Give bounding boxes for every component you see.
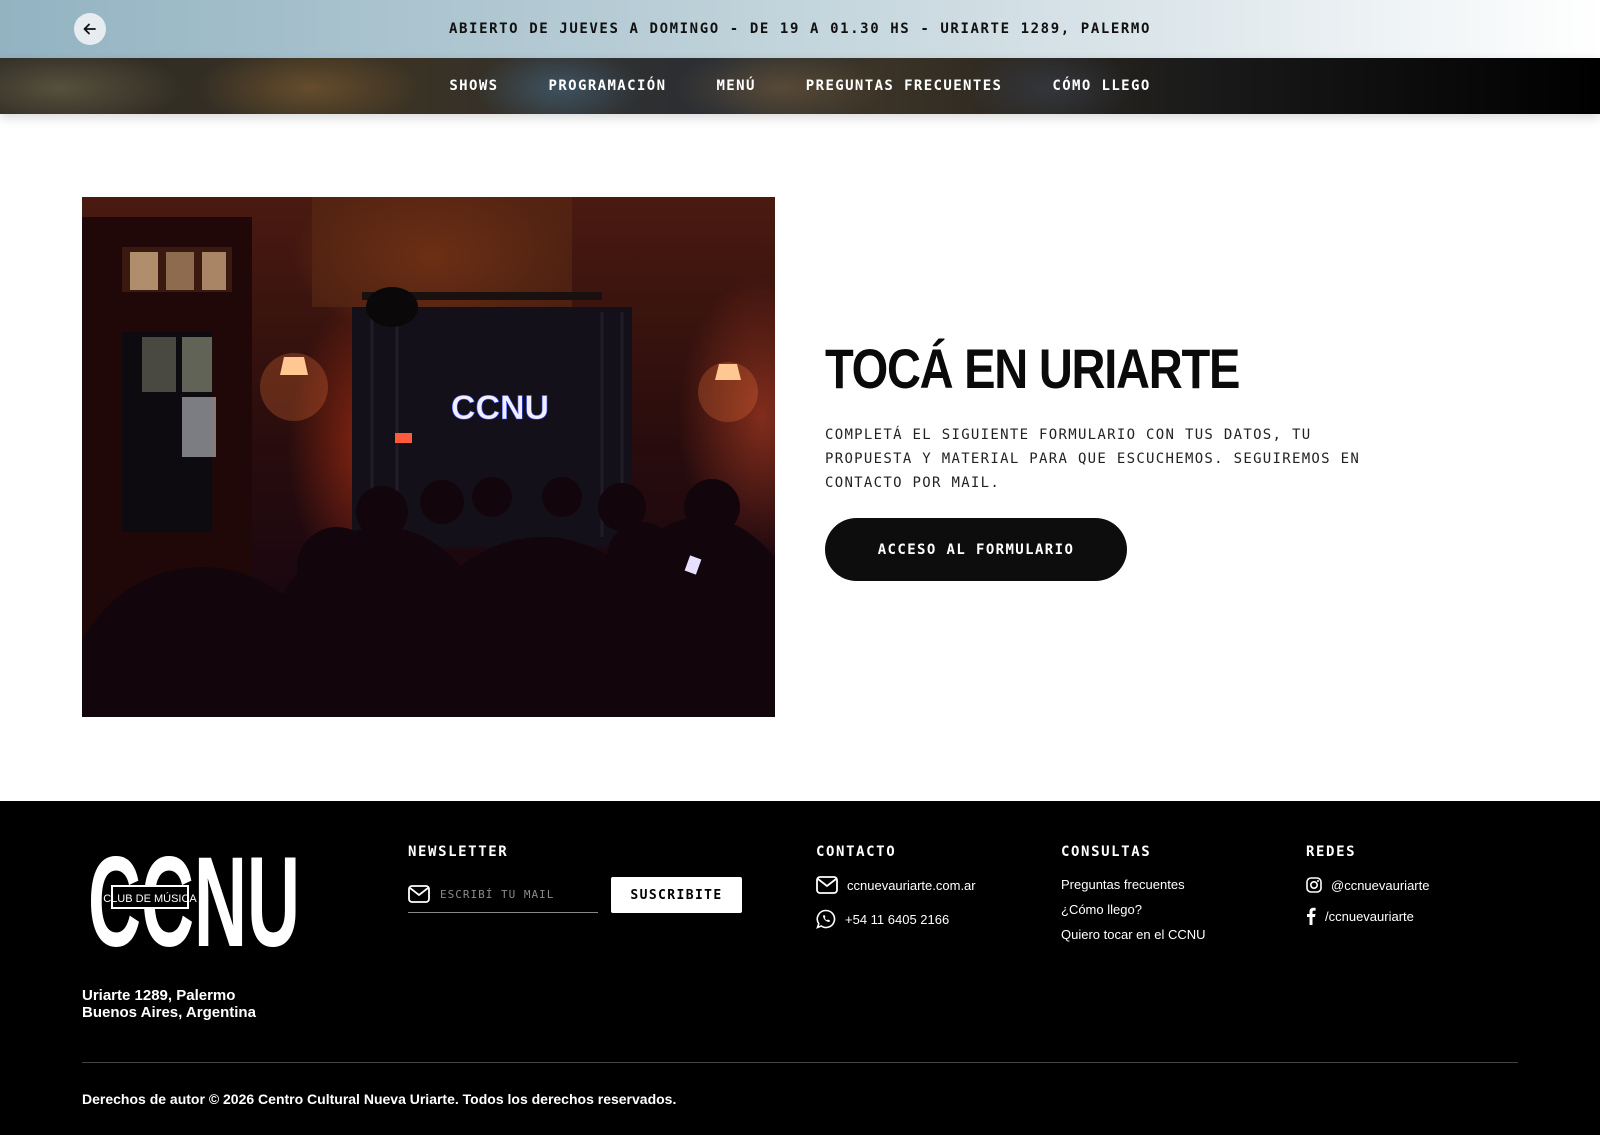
newsletter-title: NEWSLETTER [408, 844, 509, 860]
facebook-handle: /ccnuevauriarte [1325, 908, 1414, 924]
contact-phone-link[interactable]: +54 11 6405 2166 [816, 909, 949, 929]
address: Uriarte 1289, Palermo Buenos Aires, Arge… [82, 987, 256, 1021]
nav-item-menu[interactable]: MENÚ [716, 78, 755, 94]
page-title: TOCÁ EN URIARTE [825, 337, 1240, 400]
arrow-left-icon [83, 23, 96, 35]
logo-badge: CLUB DE MÚSICA [103, 892, 197, 905]
mail-icon [408, 885, 430, 903]
newsletter-email-input[interactable] [440, 887, 590, 901]
address-line-2: Buenos Aires, Argentina [82, 1004, 256, 1021]
nav-item-shows[interactable]: SHOWS [449, 78, 498, 94]
nav-item-como-llego[interactable]: CÓMO LLEGO [1052, 78, 1150, 94]
contact-email: ccnuevauriarte.com.ar [847, 877, 976, 893]
footer-divider [82, 1062, 1518, 1063]
venue-photo: CCNU [82, 197, 775, 717]
facebook-link[interactable]: /ccnuevauriarte [1306, 907, 1414, 925]
facebook-icon [1307, 907, 1316, 925]
consultas-title: CONSULTAS [1061, 844, 1152, 860]
announcement-text: ABIERTO DE JUEVES A DOMINGO - DE 19 A 01… [448, 21, 1151, 37]
link-quiero-tocar[interactable]: Quiero tocar en el CCNU [1061, 927, 1206, 942]
ccnu-logo[interactable]: CCNU CLUB DE MÚSICA [88, 831, 300, 974]
contacto-title: CONTACTO [816, 844, 897, 860]
ccnu-sign: CCNU [451, 389, 549, 427]
redes-title: REDES [1306, 844, 1357, 860]
instagram-icon [1306, 877, 1322, 893]
subscribe-button[interactable]: SUSCRIBITE [611, 877, 742, 913]
nav-item-programacion[interactable]: PROGRAMACIÓN [549, 78, 667, 94]
footer: CCNU CLUB DE MÚSICA Uriarte 1289, Palerm… [0, 801, 1600, 1135]
main-nav: SHOWS PROGRAMACIÓN MENÚ PREGUNTAS FRECUE… [0, 58, 1600, 114]
newsletter-field [408, 876, 598, 913]
contact-email-link[interactable]: ccnuevauriarte.com.ar [816, 876, 976, 894]
nav-item-preguntas-frecuentes[interactable]: PREGUNTAS FRECUENTES [806, 78, 1003, 94]
copyright: Derechos de autor © 2026 Centro Cultural… [82, 1091, 677, 1107]
back-button[interactable] [74, 13, 106, 45]
form-access-button[interactable]: ACCESO AL FORMULARIO [825, 518, 1127, 581]
whatsapp-icon [816, 909, 836, 929]
announcement-bar: ABIERTO DE JUEVES A DOMINGO - DE 19 A 01… [0, 0, 1600, 58]
link-preguntas-frecuentes[interactable]: Preguntas frecuentes [1061, 877, 1185, 892]
contact-phone: +54 11 6405 2166 [845, 911, 950, 927]
address-line-1: Uriarte 1289, Palermo [82, 987, 236, 1004]
link-como-llego[interactable]: ¿Cómo llego? [1061, 902, 1142, 917]
hero-description: COMPLETÁ EL SIGUIENTE FORMULARIO CON TUS… [825, 427, 1361, 491]
instagram-link[interactable]: @ccnuevauriarte [1306, 877, 1429, 893]
instagram-handle: @ccnuevauriarte [1331, 877, 1430, 893]
mail-icon [816, 876, 838, 894]
